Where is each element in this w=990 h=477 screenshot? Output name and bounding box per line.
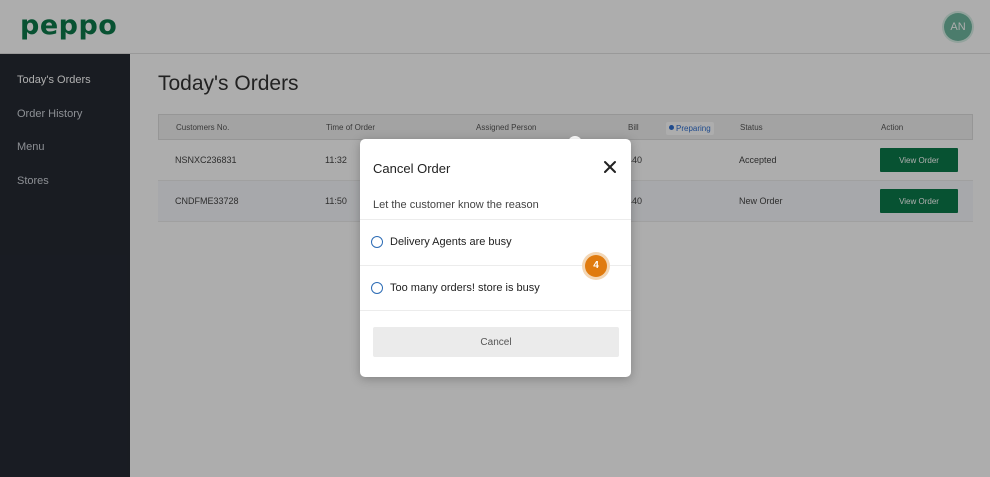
reason-option-label: Too many orders! store is busy (390, 282, 540, 294)
cancel-button[interactable]: Cancel (373, 327, 619, 357)
radio-icon[interactable] (371, 282, 383, 294)
dialog-title: Cancel Order (373, 161, 451, 176)
step-marker-badge: 4 (585, 255, 607, 277)
close-button[interactable] (601, 158, 619, 176)
close-icon (604, 161, 616, 173)
radio-icon[interactable] (371, 236, 383, 248)
reason-option-label: Delivery Agents are busy (390, 236, 512, 248)
dialog-subtitle: Let the customer know the reason (373, 199, 539, 211)
